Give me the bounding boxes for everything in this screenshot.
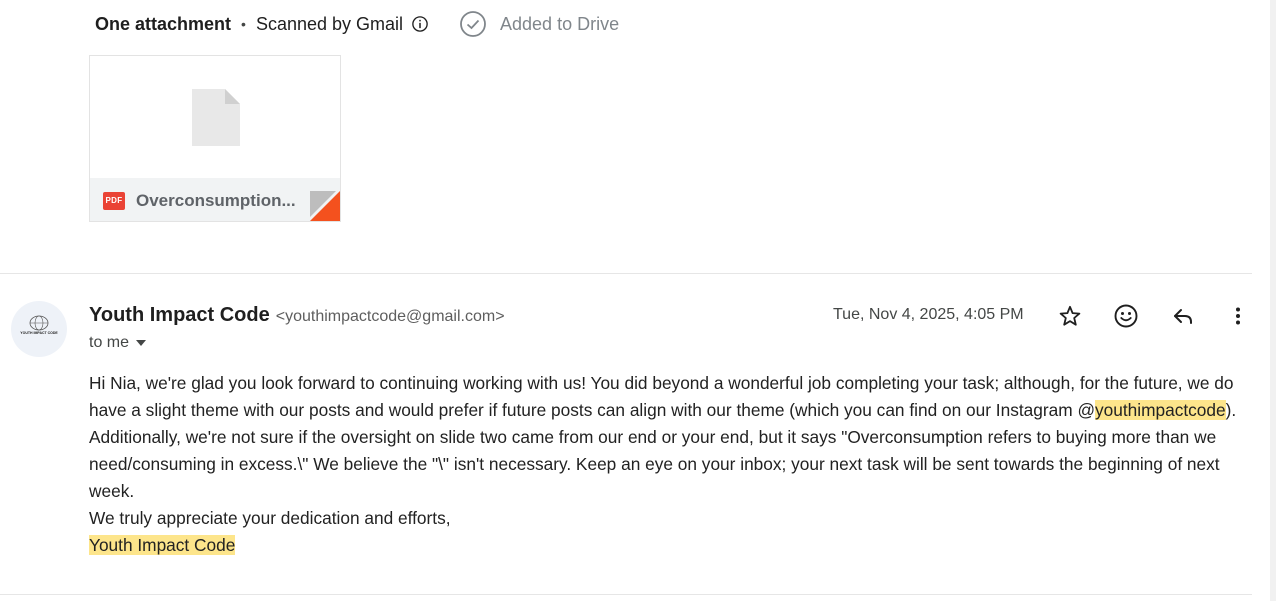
emoji-icon bbox=[1114, 304, 1138, 328]
reply-button[interactable] bbox=[1168, 301, 1198, 331]
file-corner-icon bbox=[310, 191, 340, 221]
recipient-label: to me bbox=[89, 334, 130, 351]
scrollbar[interactable] bbox=[1252, 0, 1280, 601]
star-button[interactable] bbox=[1055, 301, 1085, 331]
sender: Youth Impact Code <youthimpactcode@gmail… bbox=[89, 304, 505, 327]
closing-line: We truly appreciate your dedication and … bbox=[89, 508, 451, 528]
check-circle-icon bbox=[460, 11, 486, 37]
pdf-icon: PDF bbox=[103, 191, 125, 210]
signature-line: Youth Impact Code bbox=[89, 532, 1254, 559]
avatar[interactable]: YOUTH IMPACT CODE bbox=[11, 301, 67, 357]
bottom-divider bbox=[0, 594, 1252, 595]
attachment-filename: Overconsumption... bbox=[136, 190, 296, 210]
attachment-card[interactable]: PDF Overconsumption... bbox=[89, 55, 341, 222]
added-to-drive[interactable]: Added to Drive bbox=[459, 10, 619, 38]
instagram-handle: youthimpactcode bbox=[1094, 400, 1226, 420]
body-text-part-1: Hi Nia, we're glad you look forward to c… bbox=[89, 373, 1234, 420]
attachment-preview[interactable] bbox=[90, 56, 340, 178]
attachment-header: One attachment • Scanned by Gmail Added … bbox=[95, 10, 619, 38]
attachment-count: One attachment bbox=[95, 13, 232, 34]
emoji-reaction-button[interactable] bbox=[1111, 301, 1141, 331]
message-divider bbox=[0, 273, 1252, 274]
scrollbar-thumb[interactable] bbox=[1270, 0, 1276, 601]
reply-icon bbox=[1174, 309, 1192, 324]
more-options-button[interactable] bbox=[1223, 301, 1253, 331]
info-icon[interactable] bbox=[411, 15, 429, 33]
sender-email: <youthimpactcode@gmail.com> bbox=[275, 308, 505, 325]
star-icon bbox=[1059, 305, 1081, 326]
drive-label: Added to Drive bbox=[500, 13, 620, 34]
message-date: Tue, Nov 4, 2025, 4:05 PM bbox=[833, 306, 1024, 323]
avatar-label: YOUTH IMPACT CODE bbox=[20, 331, 58, 335]
signature-name: Youth Impact Code bbox=[89, 535, 236, 555]
file-icon bbox=[192, 89, 240, 146]
recipient-toggle[interactable]: to me bbox=[89, 334, 147, 352]
globe-logo-icon bbox=[29, 315, 49, 331]
sender-name[interactable]: Youth Impact Code bbox=[89, 304, 270, 327]
body-paragraph: Hi Nia, we're glad you look forward to c… bbox=[89, 370, 1254, 505]
separator-dot: • bbox=[241, 16, 246, 32]
caret-down-icon bbox=[136, 340, 147, 346]
more-vert-icon bbox=[1236, 307, 1240, 325]
message-body: Hi Nia, we're glad you look forward to c… bbox=[89, 370, 1254, 559]
scanned-label: Scanned by Gmail bbox=[255, 13, 404, 34]
